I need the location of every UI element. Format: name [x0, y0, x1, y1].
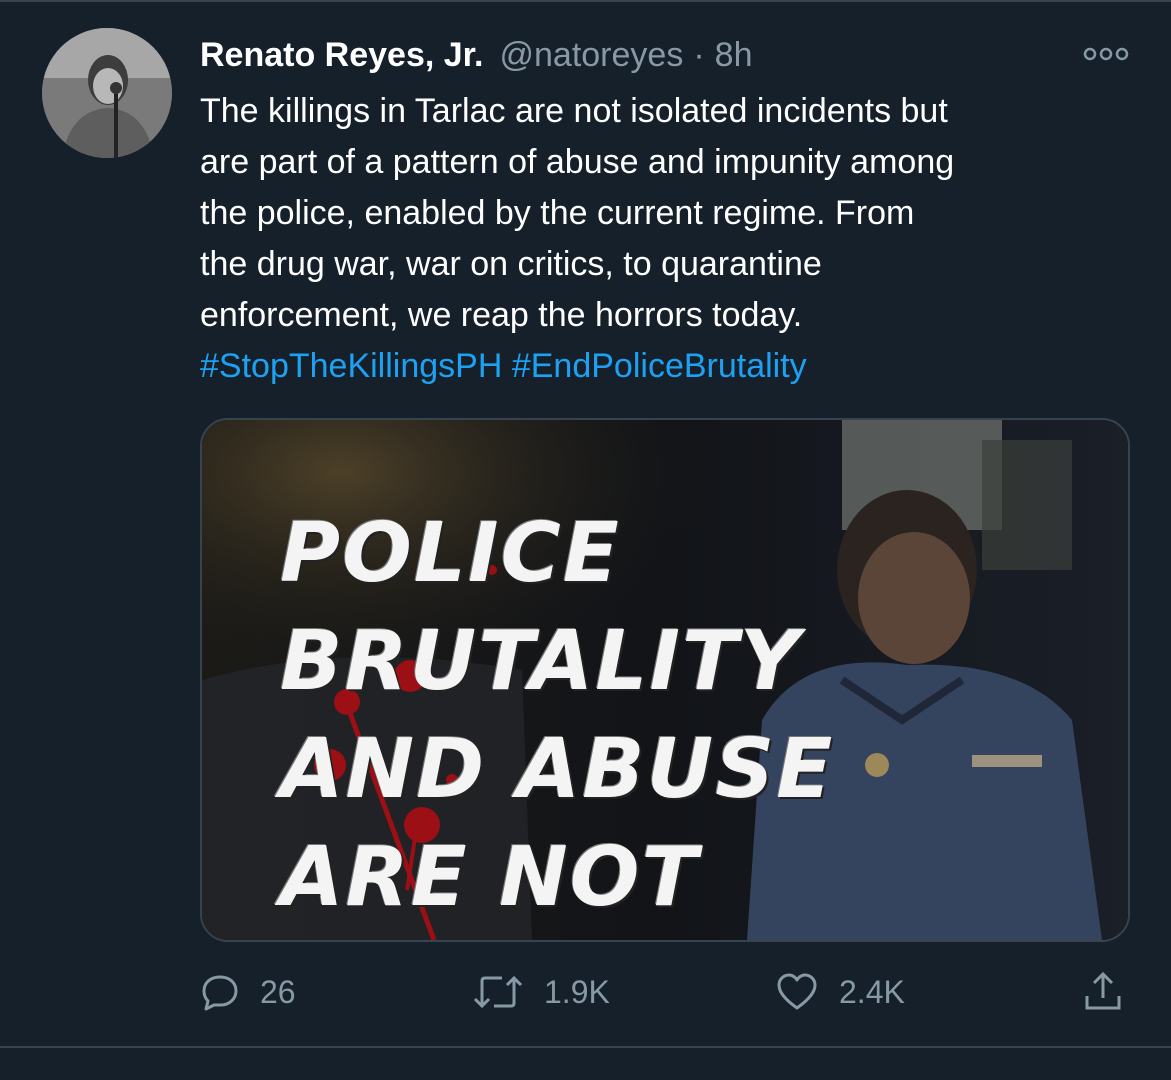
poster-headline: POLICE BRUTALITY AND ABUSE ARE NOT [280, 500, 834, 932]
user-handle[interactable]: @natoreyes [499, 36, 683, 75]
retweet-count: 1.9K [544, 973, 610, 1010]
hashtag-line: #StopTheKillingsPH #EndPoliceBrutality [200, 341, 1140, 392]
more-icon[interactable] [1082, 42, 1130, 66]
tweet-text-line: The killings in Tarlac are not isolated … [200, 92, 948, 130]
poster-line: AND ABUSE [280, 722, 835, 817]
tweet-text-line: are part of a pattern of abuse and impun… [200, 143, 955, 181]
like-button[interactable]: 2.4K [775, 962, 905, 1022]
like-count: 2.4K [839, 973, 905, 1010]
poster-line: BRUTALITY [280, 614, 802, 709]
retweet-icon [473, 975, 523, 1009]
share-button[interactable] [1081, 962, 1145, 1022]
reply-button[interactable]: 26 [200, 962, 296, 1022]
avatar[interactable] [42, 28, 172, 158]
share-icon [1085, 971, 1121, 1010]
separator-dot: · [693, 35, 705, 74]
tweet-header: Renato Reyes, Jr. @natoreyes · 8h [200, 34, 752, 76]
bottom-divider [0, 1046, 1171, 1048]
tweet-text: The killings in Tarlac are not isolated … [200, 86, 1140, 392]
avatar-image [42, 28, 172, 158]
tweet[interactable]: Renato Reyes, Jr. @natoreyes · 8h The ki… [0, 0, 1171, 1080]
heart-icon [777, 973, 817, 1010]
timestamp[interactable]: 8h [715, 36, 753, 75]
poster-line: ARE NOT [280, 830, 700, 925]
reply-count: 26 [260, 973, 296, 1010]
tweet-media[interactable]: POLICE BRUTALITY AND ABUSE ARE NOT [200, 418, 1130, 942]
tweet-text-line: enforcement, we reap the horrors today. [200, 296, 803, 334]
top-divider [0, 0, 1171, 2]
reply-icon [202, 975, 238, 1011]
hashtag-link[interactable]: #StopTheKillingsPH [200, 347, 502, 385]
tweet-text-line: the drug war, war on critics, to quarant… [200, 245, 822, 283]
poster-line: POLICE [280, 506, 621, 601]
display-name[interactable]: Renato Reyes, Jr. [200, 36, 483, 75]
hashtag-link[interactable]: #EndPoliceBrutality [512, 347, 807, 385]
action-bar: 26 1.9K 2.4K [0, 962, 1171, 1022]
retweet-button[interactable]: 1.9K [472, 962, 610, 1022]
tweet-text-line: the police, enabled by the current regim… [200, 194, 915, 232]
